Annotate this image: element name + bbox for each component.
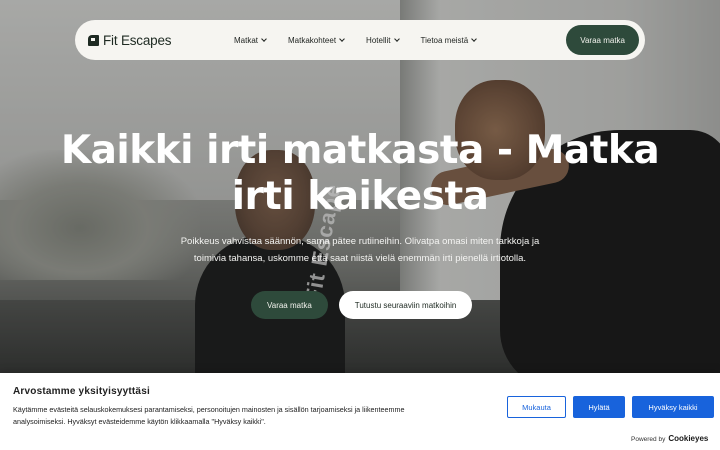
nav-item-label: Matkakohteet — [288, 35, 337, 45]
hero-subtitle-line-1: Poikkeus vahvistaa säännön, sama pätee r… — [180, 236, 540, 247]
nav-item-hotellit[interactable]: Hotellit — [366, 35, 400, 45]
cookie-banner-text-line-1: Käytämme evästeitä selauskokemuksesi par… — [13, 405, 405, 414]
cookieyes-attribution[interactable]: Powered by Cookieyes — [631, 434, 708, 443]
cookie-reject-button[interactable]: Hylätä — [573, 396, 625, 418]
powered-by-label: Powered by — [631, 436, 666, 443]
hero-title: Kaikki irti matkasta - Matka irti kaikes… — [60, 128, 660, 220]
cookie-accept-all-button[interactable]: Hyväksy kaikki — [632, 396, 714, 418]
hero-actions: Varaa matka Tutustu seuraaviin matkoihin — [251, 291, 473, 319]
chevron-down-icon — [393, 36, 400, 42]
nav-item-label: Hotellit — [366, 35, 391, 45]
top-navigation: Fit Escapes Matkat Matkakohteet Hotellit… — [75, 20, 645, 60]
hero-title-line-1: Kaikki irti matkasta - Matka — [60, 128, 660, 173]
cookie-banner: Arvostamme yksityisyyttäsi Käytämme eväs… — [0, 373, 720, 450]
cookie-banner-text-line-2: analysoimiseksi. Hyväksyt evästeidemme k… — [13, 417, 266, 426]
hero-book-trip-button[interactable]: Varaa matka — [251, 291, 328, 319]
cookie-banner-title: Arvostamme yksityisyyttäsi — [13, 386, 150, 397]
hero-title-line-2: irti kaikesta — [231, 174, 489, 219]
fit-escapes-logo-icon — [88, 34, 100, 46]
nav-item-tietoa-meista[interactable]: Tietoa meistä — [420, 35, 478, 45]
brand-name: Fit Escapes — [103, 32, 172, 48]
nav-item-matkat[interactable]: Matkat — [234, 35, 267, 45]
main-menu: Matkat Matkakohteet Hotellit Tietoa meis… — [234, 36, 498, 45]
chevron-down-icon — [471, 36, 478, 42]
cookie-banner-actions: Mukauta Hylätä Hyväksy kaikki — [507, 396, 714, 418]
hero-subtitle: Poikkeus vahvistaa säännön, sama pätee r… — [160, 233, 560, 267]
cookie-banner-text: Käytämme evästeitä selauskokemuksesi par… — [13, 404, 483, 428]
cookieyes-logo: Cookieyes — [668, 434, 709, 443]
chevron-down-icon — [261, 36, 267, 42]
nav-item-label: Tietoa meistä — [420, 35, 469, 45]
cookie-customize-button[interactable]: Mukauta — [507, 396, 566, 418]
nav-book-trip-button[interactable]: Varaa matka — [566, 25, 639, 55]
nav-item-label: Matkat — [234, 35, 259, 45]
nav-item-matkakohteet[interactable]: Matkakohteet — [288, 35, 345, 45]
hero-explore-trips-button[interactable]: Tutustu seuraaviin matkoihin — [338, 291, 473, 319]
chevron-down-icon — [339, 36, 345, 42]
brand-logo[interactable]: Fit Escapes — [88, 33, 228, 48]
hero-subtitle-line-2: toimivia tahansa, uskomme että saat niis… — [193, 253, 527, 264]
